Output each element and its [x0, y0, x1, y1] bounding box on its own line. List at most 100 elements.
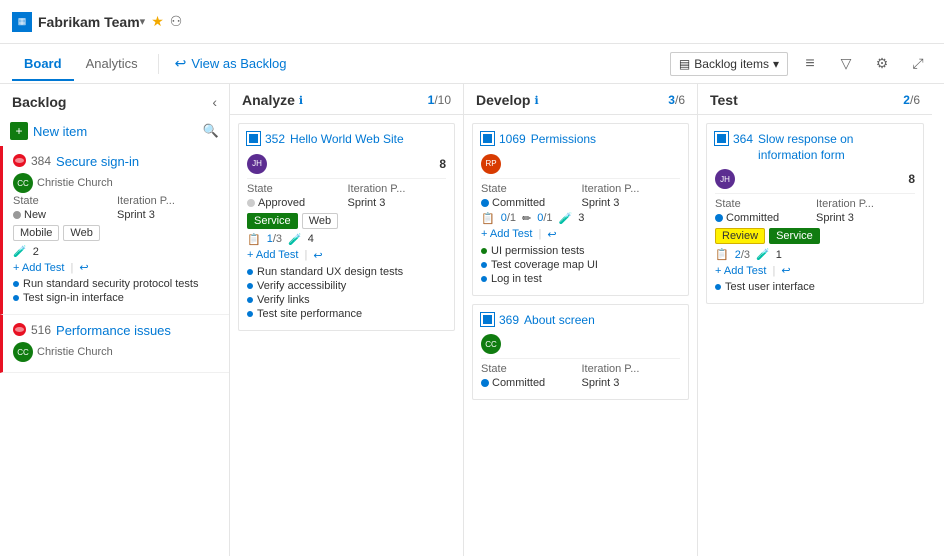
- col-header-test: Test 2/6: [698, 84, 932, 115]
- tab-board[interactable]: Board: [12, 48, 74, 81]
- task-item: Test sign-in interface: [13, 292, 219, 304]
- beaker-icon-352: 🧪: [288, 233, 302, 246]
- tag-service-364[interactable]: Service: [769, 228, 820, 244]
- wi-card-header-1069: 1069 Permissions: [481, 132, 680, 148]
- col-items-test: 364 Slow response on information form JH…: [698, 115, 932, 556]
- avatar-352: JH: [247, 154, 267, 174]
- add-test-1069[interactable]: + Add Test | ↩: [481, 228, 680, 241]
- backlog-link[interactable]: ↩ View as Backlog: [167, 55, 295, 72]
- team-icon: ▦: [12, 12, 32, 32]
- wi-title-352[interactable]: Hello World Web Site: [290, 132, 404, 148]
- sidebar-chevron-icon[interactable]: ‹: [212, 94, 217, 110]
- task-item: Verify links: [247, 294, 446, 306]
- add-test-label-352: + Add Test: [247, 249, 298, 261]
- task-dot: [13, 295, 19, 301]
- state-val: New: [24, 209, 46, 221]
- backlog-items-chevron: ▾: [773, 57, 779, 71]
- team-chevron-icon[interactable]: ▾: [140, 15, 146, 28]
- iter-val-352: Sprint 3: [348, 197, 447, 209]
- wi-title-369[interactable]: About screen: [524, 313, 595, 329]
- add-test-352[interactable]: + Add Test | ↩: [247, 249, 446, 262]
- state-key: State: [247, 183, 346, 195]
- beaker-count-352: 4: [308, 233, 314, 245]
- expand-icon[interactable]: ⤢: [904, 50, 932, 78]
- state-label: State: [13, 195, 115, 207]
- nav-bar: Board Analytics ↩ View as Backlog ▤ Back…: [0, 44, 944, 84]
- state-dot: [13, 211, 21, 219]
- gear-icon[interactable]: ⚙: [868, 50, 896, 78]
- wi-avatar-row-364: JH 8: [715, 169, 915, 189]
- task-list: Run standard security protocol tests Tes…: [13, 278, 219, 304]
- task-item: Test coverage map UI: [481, 259, 680, 271]
- tag-mobile[interactable]: Mobile: [13, 225, 59, 241]
- counts-364: 📋 2/3 🧪 1: [715, 248, 915, 261]
- wi-meta-1069: State Iteration P... Committed Sprint 3: [481, 183, 680, 209]
- redirect-icon[interactable]: ↩: [79, 261, 88, 274]
- redirect-icon-1069[interactable]: ↩: [547, 228, 556, 241]
- task-fraction-icon: 📋: [247, 233, 261, 246]
- new-item-label: New item: [33, 124, 87, 139]
- tag-service-352[interactable]: Service: [247, 213, 298, 229]
- wi-effort-352: 8: [439, 157, 446, 171]
- new-item-button[interactable]: + New item 🔍: [0, 116, 229, 146]
- card-title-516[interactable]: Performance issues: [56, 323, 171, 338]
- task-text: Verify links: [257, 294, 310, 306]
- board: Analyze ℹ 1/10 352 Hello World Web Site: [230, 84, 944, 556]
- develop-info-icon[interactable]: ℹ: [534, 94, 538, 107]
- task-item: Test site performance: [247, 308, 446, 320]
- task-dot: [715, 284, 721, 290]
- sidebar-items: 384 Secure sign-in CC Christie Church St…: [0, 146, 229, 556]
- sidebar-title: Backlog: [12, 94, 66, 110]
- backlog-items-button[interactable]: ▤ Backlog items ▾: [670, 52, 788, 76]
- iter-val-364: Sprint 3: [816, 212, 915, 224]
- task-text: Run standard security protocol tests: [23, 278, 198, 290]
- settings-panel-icon[interactable]: ≡: [796, 50, 824, 78]
- search-icon[interactable]: 🔍: [203, 123, 219, 139]
- task-item: Verify accessibility: [247, 280, 446, 292]
- col-title-analyze: Analyze: [242, 92, 295, 108]
- tag-web-352[interactable]: Web: [302, 213, 338, 229]
- add-test-364[interactable]: + Add Test | ↩: [715, 264, 915, 277]
- wi-tags-352: Service Web: [247, 213, 446, 229]
- iter-key-369: Iteration P...: [582, 363, 681, 375]
- iter-val-1069: Sprint 3: [582, 197, 681, 209]
- redirect-icon-364[interactable]: ↩: [781, 264, 790, 277]
- task-frac-364: 2/3: [735, 249, 750, 261]
- card-title[interactable]: Secure sign-in: [56, 154, 139, 169]
- pipe: |: [70, 262, 73, 274]
- wi-title-364[interactable]: Slow response on information form: [758, 132, 915, 163]
- backlog-items-label: Backlog items: [694, 57, 769, 71]
- iter-val: Sprint 3: [117, 209, 219, 221]
- wi-card-364: 364 Slow response on information form JH…: [706, 123, 924, 304]
- beaker-icon-364: 🧪: [756, 248, 770, 261]
- state-val-364: Committed: [726, 212, 779, 224]
- col-title-develop: Develop: [476, 92, 530, 108]
- task-dot: [247, 269, 253, 275]
- add-test-label-364: + Add Test: [715, 265, 766, 277]
- task-item: UI permission tests: [481, 245, 680, 257]
- task-dot: [13, 281, 19, 287]
- avatar: CC: [13, 173, 33, 193]
- task-dot: [481, 262, 487, 268]
- redirect-icon-352[interactable]: ↩: [313, 249, 322, 262]
- task-dot: [481, 276, 487, 282]
- task-frac-1069: 0/1: [501, 212, 516, 224]
- sidebar-header: Backlog ‹: [0, 84, 229, 116]
- add-test-row[interactable]: + Add Test | ↩: [13, 261, 219, 274]
- task-text: Test site performance: [257, 308, 362, 320]
- wi-avatar-row-369: CC: [481, 334, 680, 354]
- state-val-369: Committed: [492, 377, 545, 389]
- team-members-icon[interactable]: ⚇: [170, 13, 183, 30]
- backlog-card-516: 516 Performance issues CC Christie Churc…: [0, 315, 229, 373]
- tag-review-364[interactable]: Review: [715, 228, 765, 244]
- tag-web[interactable]: Web: [63, 225, 99, 241]
- tab-analytics[interactable]: Analytics: [74, 48, 150, 81]
- counts-row: 🧪 2: [13, 245, 219, 258]
- analyze-info-icon[interactable]: ℹ: [299, 94, 303, 107]
- avatar-1069: RP: [481, 154, 501, 174]
- star-icon[interactable]: ★: [151, 13, 164, 30]
- filter-icon[interactable]: ▽: [832, 50, 860, 78]
- wi-tasks-352: Run standard UX design tests Verify acce…: [247, 266, 446, 320]
- iter-val-369: Sprint 3: [582, 377, 681, 389]
- wi-title-1069[interactable]: Permissions: [531, 132, 596, 148]
